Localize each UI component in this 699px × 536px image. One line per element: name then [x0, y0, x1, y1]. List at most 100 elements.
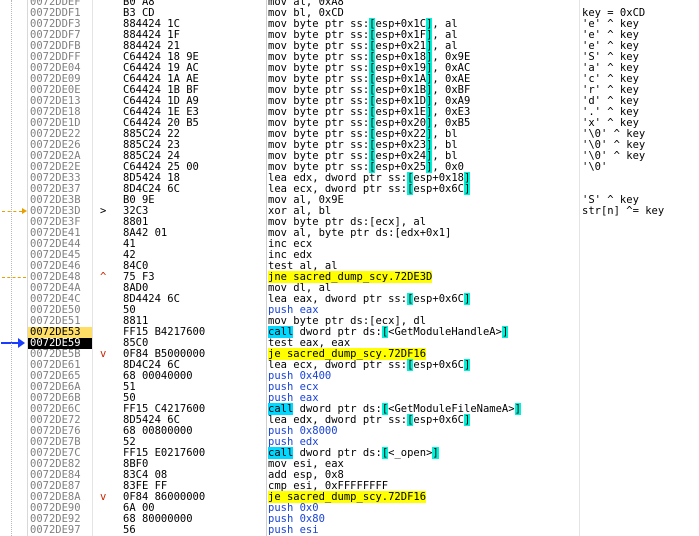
disasm-row[interactable]: 0072DE8A v 0F84 86000000 je sacred_dump_scy…: [0, 491, 699, 503]
row-comment[interactable]: [582, 470, 699, 481]
row-comment[interactable]: str[n] ^= key: [582, 206, 699, 217]
row-comment[interactable]: [582, 338, 699, 349]
row-comment[interactable]: [582, 228, 699, 239]
row-comment[interactable]: [582, 525, 699, 536]
row-comment[interactable]: [582, 327, 699, 338]
row-gutter[interactable]: [0, 448, 27, 459]
row-gutter[interactable]: [0, 272, 27, 283]
row-gutter[interactable]: [0, 459, 27, 470]
row-comment[interactable]: [582, 426, 699, 437]
row-comment[interactable]: [582, 371, 699, 382]
row-gutter[interactable]: [0, 52, 27, 63]
row-gutter[interactable]: [0, 437, 27, 448]
row-gutter[interactable]: [0, 360, 27, 371]
row-gutter[interactable]: [0, 30, 27, 41]
row-gutter[interactable]: [0, 514, 27, 525]
row-gutter[interactable]: [0, 107, 27, 118]
row-comment[interactable]: '\0': [582, 162, 699, 173]
row-gutter[interactable]: [0, 503, 27, 514]
disasm-row[interactable]: 0072DE41 8A42 01 mov al, byte ptr ds:[edx+…: [0, 228, 699, 239]
disasm-row[interactable]: 0072DE65 68 00040000 push 0x400: [0, 371, 699, 382]
disasm-row[interactable]: 0072DE61 8D4C24 6C lea ecx, dword ptr ss:[…: [0, 359, 699, 371]
row-gutter[interactable]: [0, 492, 27, 503]
row-gutter[interactable]: [0, 228, 27, 239]
disasm-row[interactable]: 0072DE90 6A 00 push 0x0: [0, 503, 699, 514]
row-gutter[interactable]: [0, 426, 27, 437]
row-comment[interactable]: [582, 250, 699, 261]
disassembly-view[interactable]: 0072DDEF B0 A8 mov al, 0xA8 0072DDF1 B3 CD mo…: [0, 0, 699, 536]
row-gutter[interactable]: [0, 305, 27, 316]
row-gutter[interactable]: [0, 184, 27, 195]
disasm-row[interactable]: 0072DE48 ^ 75 F3 jne sacred_dump_scy.72DE3D: [0, 271, 699, 283]
row-gutter[interactable]: [0, 8, 27, 19]
row-gutter[interactable]: [0, 415, 27, 426]
row-comment[interactable]: [582, 305, 699, 316]
row-gutter[interactable]: [0, 338, 27, 349]
row-comment[interactable]: [582, 382, 699, 393]
row-gutter[interactable]: [0, 349, 27, 360]
disasm-row[interactable]: 0072DE4C 8D4424 6C lea eax, dword ptr ss:[…: [0, 293, 699, 305]
disasm-row[interactable]: 0072DE76 68 00800000 push 0x8000: [0, 426, 699, 437]
row-gutter[interactable]: [0, 382, 27, 393]
row-gutter[interactable]: [0, 0, 27, 8]
row-gutter[interactable]: [0, 151, 27, 162]
row-address[interactable]: 0072DE97: [27, 525, 92, 536]
row-gutter[interactable]: [0, 118, 27, 129]
row-comment[interactable]: [582, 294, 699, 305]
row-comment[interactable]: [582, 173, 699, 184]
row-comment[interactable]: [582, 481, 699, 492]
disasm-row[interactable]: 0072DE92 68 80000000 push 0x80: [0, 514, 699, 525]
row-comment[interactable]: [582, 316, 699, 327]
row-comment[interactable]: [582, 514, 699, 525]
disasm-row[interactable]: 0072DE72 8D5424 6C lea edx, dword ptr ss:[…: [0, 414, 699, 426]
disasm-row[interactable]: 0072DE6A 51 push ecx: [0, 382, 699, 393]
row-instruction[interactable]: push esi: [266, 525, 580, 536]
row-comment[interactable]: [582, 415, 699, 426]
row-gutter[interactable]: [0, 371, 27, 382]
row-gutter[interactable]: [0, 63, 27, 74]
row-gutter[interactable]: [0, 316, 27, 327]
row-comment[interactable]: [582, 437, 699, 448]
row-gutter[interactable]: [0, 294, 27, 305]
row-comment[interactable]: [582, 393, 699, 404]
row-comment[interactable]: [582, 360, 699, 371]
row-gutter[interactable]: [0, 162, 27, 173]
row-gutter[interactable]: [0, 85, 27, 96]
row-comment[interactable]: [582, 239, 699, 250]
row-instruction[interactable]: inc ecx: [266, 239, 580, 250]
row-comment[interactable]: [582, 459, 699, 470]
row-gutter[interactable]: [0, 481, 27, 492]
row-gutter[interactable]: [0, 41, 27, 52]
row-comment[interactable]: [582, 272, 699, 283]
disasm-row[interactable]: 0072DE44 41 inc ecx: [0, 239, 699, 250]
row-gutter[interactable]: [0, 19, 27, 30]
disasm-row[interactable]: 0072DE45 42 inc edx: [0, 250, 699, 261]
disasm-row[interactable]: 0072DE7C FF15 E0217600 call dword ptr ds:[…: [0, 447, 699, 459]
row-gutter[interactable]: [0, 217, 27, 228]
row-comment[interactable]: [582, 492, 699, 503]
row-gutter[interactable]: [0, 283, 27, 294]
row-gutter[interactable]: [0, 327, 27, 338]
row-gutter[interactable]: [0, 393, 27, 404]
row-gutter[interactable]: [0, 195, 27, 206]
row-comment[interactable]: [582, 448, 699, 459]
row-gutter[interactable]: [0, 239, 27, 250]
row-gutter[interactable]: [0, 404, 27, 415]
row-comment[interactable]: [582, 503, 699, 514]
disasm-row[interactable]: 0072DE82 8BF0 mov esi, eax: [0, 459, 699, 470]
row-gutter[interactable]: [0, 96, 27, 107]
row-gutter[interactable]: [0, 261, 27, 272]
row-gutter[interactable]: [0, 470, 27, 481]
row-gutter[interactable]: [0, 173, 27, 184]
disasm-row[interactable]: 0072DE97 56 push esi: [0, 525, 699, 536]
row-instruction[interactable]: mov al, byte ptr ds:[edx+0x1]: [266, 228, 580, 239]
row-gutter[interactable]: [0, 129, 27, 140]
row-comment[interactable]: [582, 349, 699, 360]
row-comment[interactable]: [582, 261, 699, 272]
row-gutter[interactable]: [0, 140, 27, 151]
row-comment[interactable]: [582, 404, 699, 415]
row-comment[interactable]: [582, 283, 699, 294]
row-gutter[interactable]: [0, 525, 27, 536]
row-comment[interactable]: [582, 217, 699, 228]
row-gutter[interactable]: [0, 206, 27, 217]
